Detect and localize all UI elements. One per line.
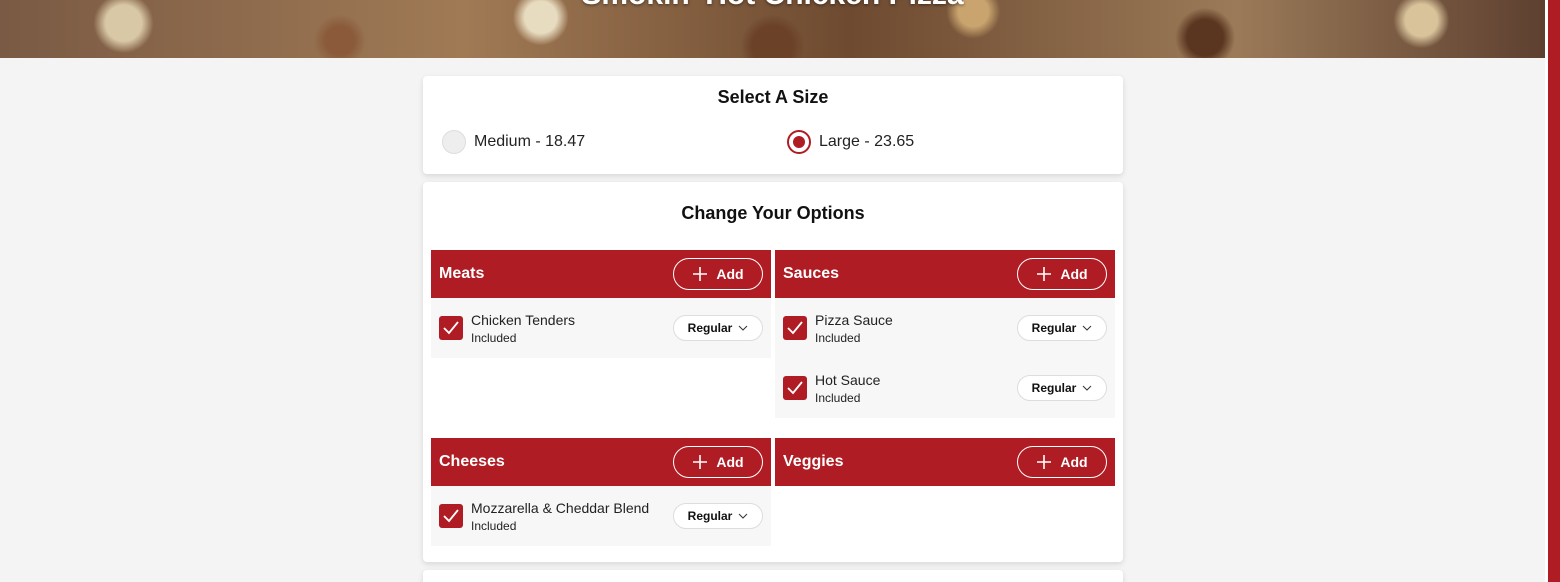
next-section-card (423, 570, 1123, 582)
size-option-medium[interactable]: Medium - 18.47 (442, 130, 585, 154)
options-card: Change Your Options Meats Add Chicken Te… (423, 182, 1123, 562)
item-status: Included (815, 330, 861, 345)
add-sauces-button[interactable]: Add (1017, 258, 1107, 290)
add-button-label: Add (716, 266, 744, 282)
item-name: Mozzarella & Cheddar Blend (471, 499, 650, 516)
checkmark-icon (443, 509, 459, 523)
list-item: Mozzarella & Cheddar Blend Included Regu… (431, 486, 771, 546)
checkbox-checked[interactable] (783, 316, 807, 340)
list-item: Chicken Tenders Included Regular (431, 298, 771, 358)
product-title: Smokin' Hot Chicken Pizza (0, 0, 1545, 12)
item-name: Hot Sauce (815, 371, 881, 388)
chevron-down-icon (738, 513, 748, 519)
group-meats: Meats Add Chicken Tenders Included Regul… (431, 250, 771, 358)
item-name: Pizza Sauce (815, 311, 893, 328)
list-item: Pizza Sauce Included Regular (775, 298, 1115, 358)
size-selector-card: Select A Size Medium - 18.47 Large - 23.… (423, 76, 1123, 174)
scrollbar[interactable] (1545, 0, 1560, 582)
checkbox-checked[interactable] (439, 504, 463, 528)
portion-label: Regular (687, 321, 733, 335)
portion-label: Regular (1031, 381, 1077, 395)
checkmark-icon (443, 321, 459, 335)
group-header-meats: Meats Add (431, 250, 771, 298)
radio-unselected[interactable] (442, 130, 466, 154)
add-cheeses-button[interactable]: Add (673, 446, 763, 478)
size-label-large: Large - 23.65 (819, 133, 915, 150)
chevron-down-icon (1082, 325, 1092, 331)
add-button-label: Add (716, 454, 744, 470)
checkmark-icon (787, 321, 803, 335)
plus-icon (693, 267, 708, 281)
group-sauces: Sauces Add Pizza Sauce Included Regular (775, 250, 1115, 418)
group-cheeses: Cheeses Add Mozzarella & Cheddar Blend I… (431, 438, 771, 546)
item-status: Included (471, 518, 517, 533)
group-title: Cheeses (439, 453, 505, 470)
portion-dropdown[interactable]: Regular (673, 315, 763, 341)
portion-label: Regular (687, 509, 733, 523)
add-veggies-button[interactable]: Add (1017, 446, 1107, 478)
hero-banner: Smokin' Hot Chicken Pizza (0, 0, 1545, 58)
portion-dropdown[interactable]: Regular (1017, 315, 1107, 341)
item-status: Included (471, 330, 517, 345)
chevron-down-icon (738, 325, 748, 331)
group-header-cheeses: Cheeses Add (431, 438, 771, 486)
portion-dropdown[interactable]: Regular (1017, 375, 1107, 401)
size-label-medium: Medium - 18.47 (474, 133, 586, 150)
size-section-title: Select A Size (717, 87, 829, 107)
plus-icon (1037, 455, 1052, 469)
group-header-veggies: Veggies Add (775, 438, 1115, 486)
plus-icon (1037, 267, 1052, 281)
list-item: Hot Sauce Included Regular (775, 358, 1115, 418)
item-name: Chicken Tenders (471, 311, 576, 328)
group-header-sauces: Sauces Add (775, 250, 1115, 298)
group-title: Veggies (783, 453, 844, 470)
portion-label: Regular (1031, 321, 1077, 335)
add-meats-button[interactable]: Add (673, 258, 763, 290)
size-option-large[interactable]: Large - 23.65 (787, 130, 914, 154)
item-status: Included (815, 390, 861, 405)
plus-icon (693, 455, 708, 469)
checkbox-checked[interactable] (783, 376, 807, 400)
add-button-label: Add (1060, 454, 1088, 470)
group-veggies: Veggies Add (775, 438, 1115, 486)
group-title: Meats (439, 265, 485, 282)
options-section-title: Change Your Options (681, 203, 865, 223)
group-title: Sauces (783, 265, 840, 282)
chevron-down-icon (1082, 385, 1092, 391)
portion-dropdown[interactable]: Regular (673, 503, 763, 529)
checkmark-icon (787, 381, 803, 395)
add-button-label: Add (1060, 266, 1088, 282)
radio-selected[interactable] (787, 130, 811, 154)
checkbox-checked[interactable] (439, 316, 463, 340)
